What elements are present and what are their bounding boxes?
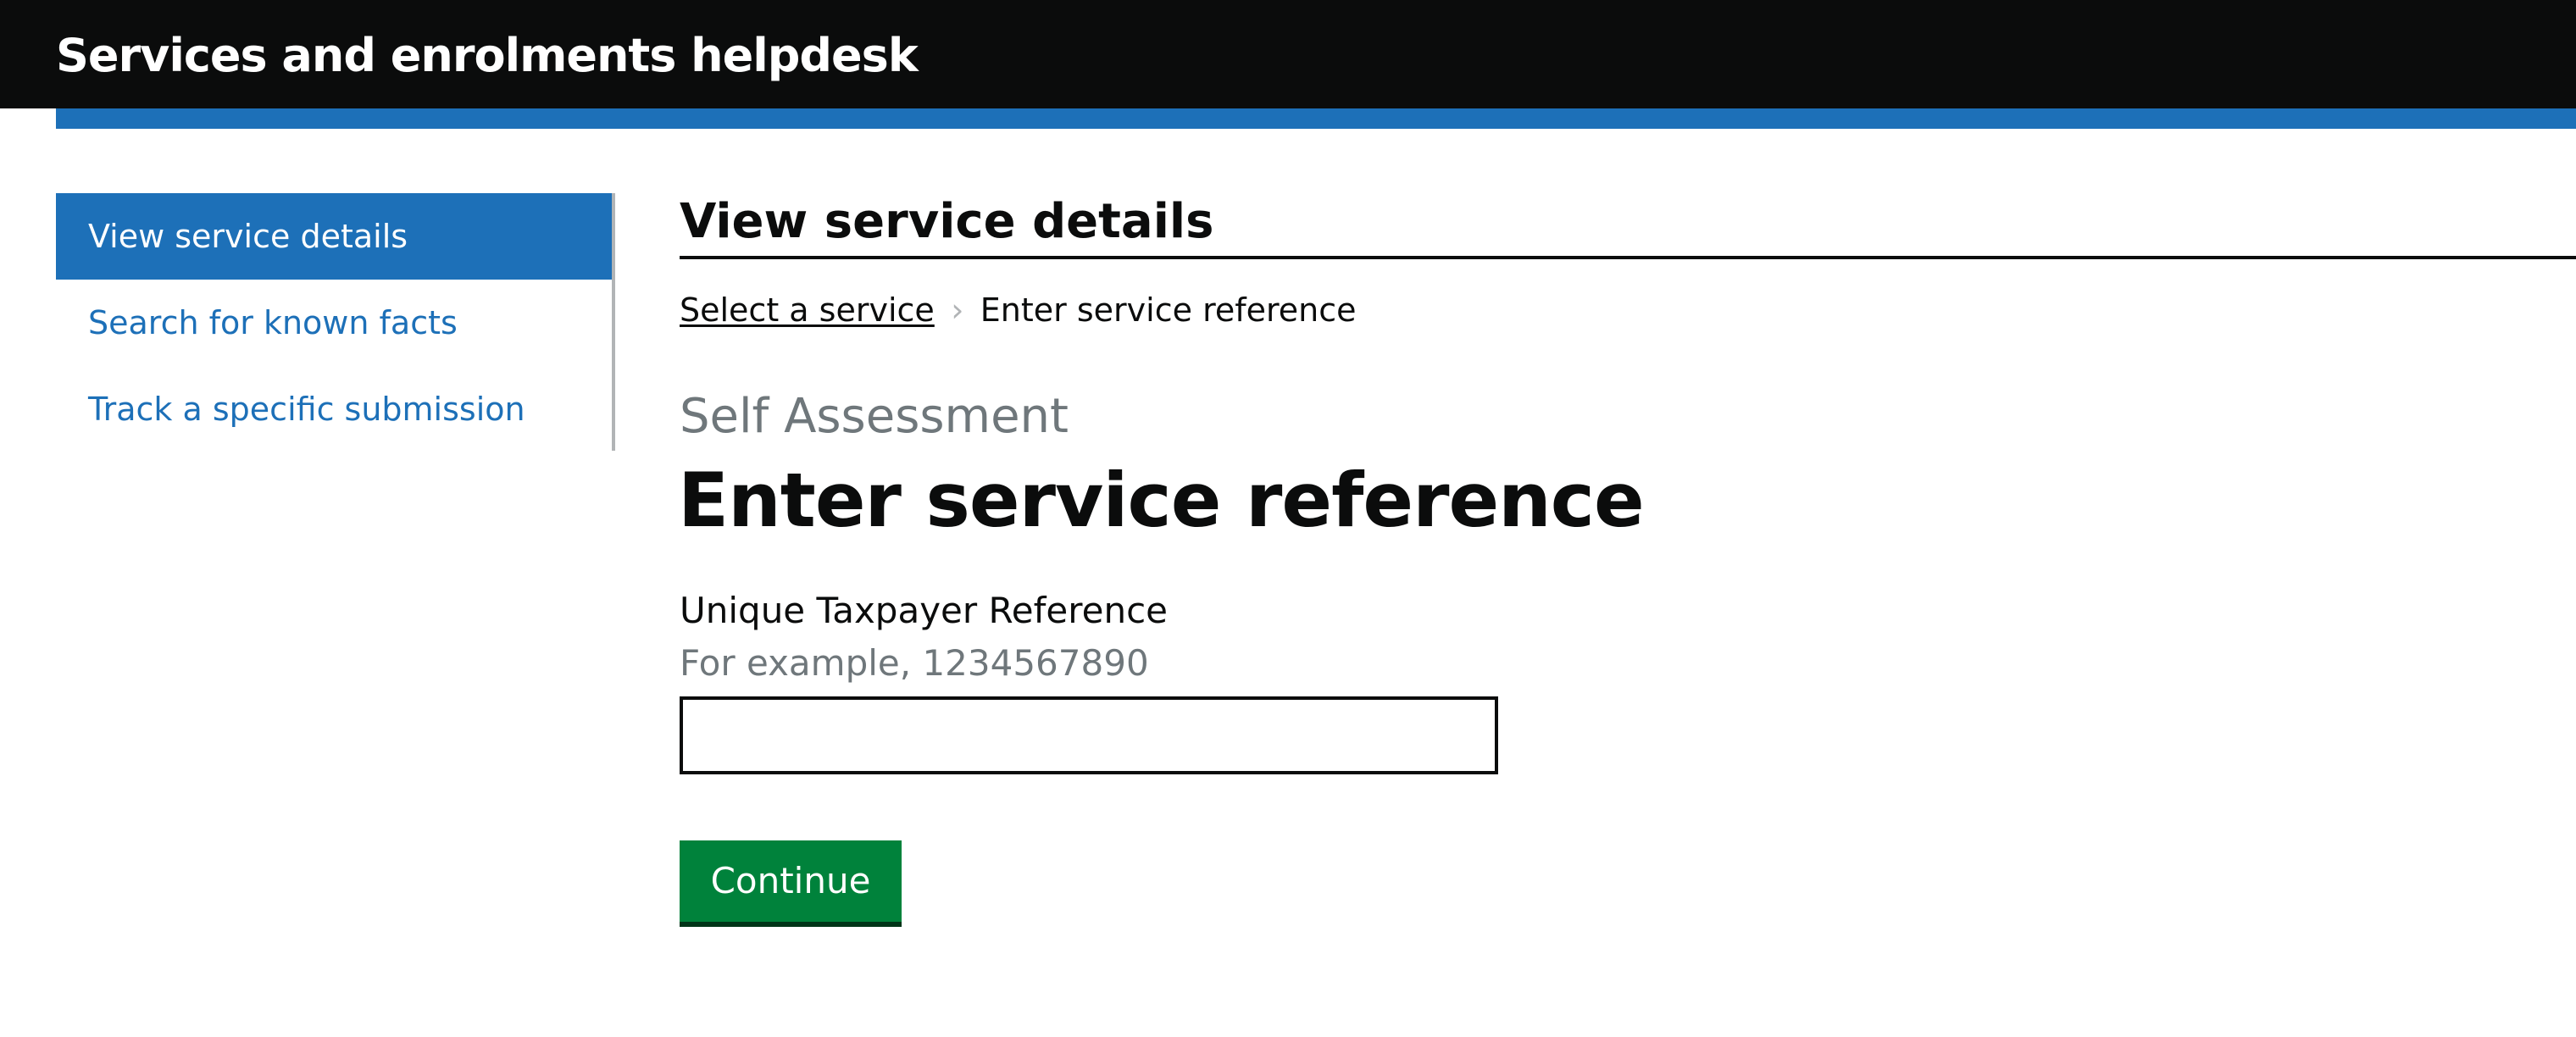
service-name-link[interactable]: Services and enrolments helpdesk bbox=[56, 25, 919, 86]
section-divider bbox=[680, 256, 2576, 259]
breadcrumb: Select a service › Enter service reference bbox=[680, 286, 1357, 334]
breadcrumb-current: Enter service reference bbox=[980, 291, 1357, 329]
breadcrumb-select-service-link[interactable]: Select a service bbox=[680, 291, 935, 329]
side-navigation: View service details Search for known fa… bbox=[56, 193, 615, 451]
sidebar-item-track-submission[interactable]: Track a specific submission bbox=[56, 366, 612, 452]
continue-button[interactable]: Continue bbox=[680, 840, 902, 927]
site-header: Services and enrolments helpdesk bbox=[0, 0, 2576, 108]
sidebar-item-view-service-details[interactable]: View service details bbox=[56, 193, 612, 280]
utr-hint: For example, 1234567890 bbox=[680, 642, 1149, 684]
page-caption: Self Assessment bbox=[680, 389, 1069, 444]
utr-label: Unique Taxpayer Reference bbox=[680, 590, 1169, 631]
header-blue-stripe bbox=[56, 108, 2576, 129]
chevron-right-icon: › bbox=[951, 291, 964, 329]
section-heading: View service details bbox=[680, 194, 1214, 249]
page-title: Enter service reference bbox=[678, 457, 1645, 544]
sidebar-item-search-known-facts[interactable]: Search for known facts bbox=[56, 280, 612, 366]
utr-input[interactable] bbox=[680, 696, 1498, 774]
